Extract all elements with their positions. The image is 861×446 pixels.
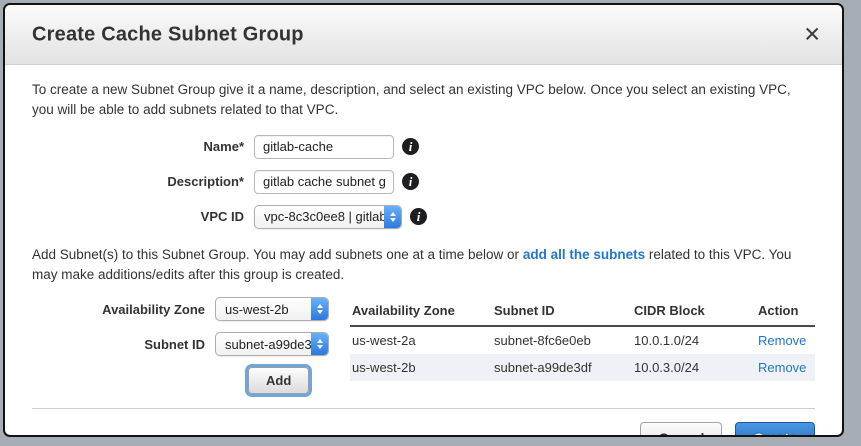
add-button[interactable]: Add: [248, 367, 309, 394]
col-header-cidr-block: CIDR Block: [634, 303, 758, 318]
create-cache-subnet-group-dialog: Create Cache Subnet Group ✕ To create a …: [3, 3, 844, 437]
dialog-header: Create Cache Subnet Group ✕: [5, 5, 842, 65]
select-stepper-icon: [311, 333, 328, 355]
remove-link[interactable]: Remove: [758, 333, 806, 348]
add-button-row: Add: [32, 367, 350, 394]
add-subnets-text: Add Subnet(s) to this Subnet Group. You …: [32, 245, 815, 286]
info-icon[interactable]: i: [410, 208, 427, 225]
create-button[interactable]: Create: [735, 422, 815, 437]
close-icon[interactable]: ✕: [803, 24, 821, 45]
availability-zone-select[interactable]: us-west-2b: [215, 297, 329, 321]
name-label: Name*: [32, 139, 246, 154]
col-header-subnet-id: Subnet ID: [494, 303, 634, 318]
col-header-availability-zone: Availability Zone: [352, 303, 494, 318]
description-label: Description*: [32, 174, 246, 189]
intro-text: To create a new Subnet Group give it a n…: [32, 80, 815, 121]
cell-availability-zone: us-west-2b: [352, 360, 494, 375]
add-subnets-text-before: Add Subnet(s) to this Subnet Group. You …: [32, 247, 523, 262]
info-icon[interactable]: i: [402, 173, 419, 190]
subnet-section: Availability Zone us-west-2b Subnet ID s…: [32, 297, 815, 394]
description-row: Description* i: [32, 170, 815, 194]
cell-subnet-id: subnet-8fc6e0eb: [494, 333, 634, 348]
subnet-id-label: Subnet ID: [32, 337, 207, 352]
vpc-id-label: VPC ID: [32, 209, 246, 224]
select-stepper-icon: [311, 298, 328, 320]
table-row: us-west-2b subnet-a99de3df 10.0.3.0/24 R…: [350, 354, 815, 381]
cell-availability-zone: us-west-2a: [352, 333, 494, 348]
vpc-row: VPC ID vpc-8c3c0ee8 | gitlab i: [32, 205, 815, 229]
subnets-table: Availability Zone Subnet ID CIDR Block A…: [350, 297, 815, 381]
name-row: Name* i: [32, 135, 815, 159]
name-input[interactable]: [254, 135, 394, 159]
remove-link[interactable]: Remove: [758, 360, 806, 375]
vpc-id-select[interactable]: vpc-8c3c0ee8 | gitlab: [254, 205, 402, 229]
subnet-id-select[interactable]: subnet-a99de3df: [215, 332, 329, 356]
add-subnet-form: Availability Zone us-west-2b Subnet ID s…: [32, 297, 350, 394]
info-icon[interactable]: i: [402, 138, 419, 155]
table-row: us-west-2a subnet-8fc6e0eb 10.0.1.0/24 R…: [350, 327, 815, 354]
dialog-footer: Cancel Create: [32, 408, 815, 437]
dialog-title: Create Cache Subnet Group: [32, 23, 304, 46]
subnet-id-row: Subnet ID subnet-a99de3df: [32, 332, 350, 356]
cell-cidr-block: 10.0.1.0/24: [634, 333, 758, 348]
cancel-button[interactable]: Cancel: [640, 422, 722, 437]
add-all-subnets-link[interactable]: add all the subnets: [523, 247, 645, 262]
table-header-row: Availability Zone Subnet ID CIDR Block A…: [350, 297, 815, 327]
select-stepper-icon: [384, 206, 401, 228]
cell-subnet-id: subnet-a99de3df: [494, 360, 634, 375]
cell-cidr-block: 10.0.3.0/24: [634, 360, 758, 375]
subnet-id-selected-value: subnet-a99de3df: [216, 337, 311, 352]
col-header-action: Action: [758, 303, 813, 318]
availability-zone-row: Availability Zone us-west-2b: [32, 297, 350, 321]
vpc-id-selected-value: vpc-8c3c0ee8 | gitlab: [255, 209, 384, 224]
description-input[interactable]: [254, 170, 394, 194]
dialog-body: To create a new Subnet Group give it a n…: [5, 65, 842, 394]
availability-zone-label: Availability Zone: [32, 302, 207, 317]
availability-zone-selected-value: us-west-2b: [216, 302, 311, 317]
